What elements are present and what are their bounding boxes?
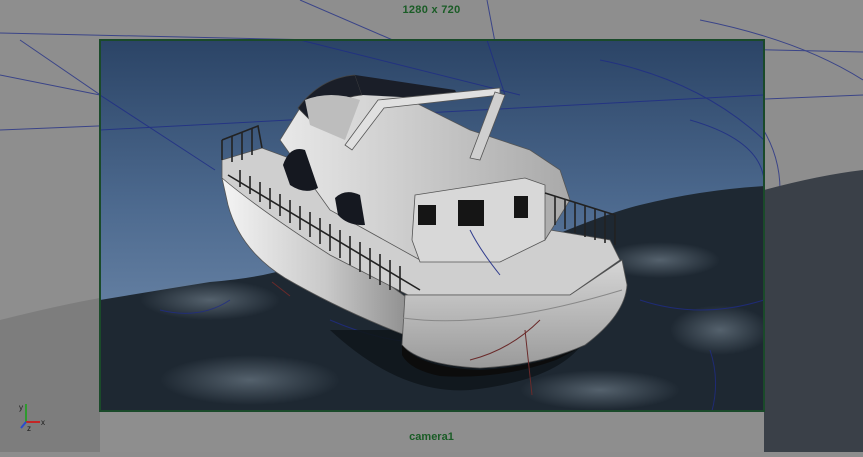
maya-viewport[interactable] <box>0 0 863 452</box>
camera-name-label: camera1 <box>409 431 454 443</box>
y-axis-label: y <box>19 403 23 412</box>
axis-gizmo[interactable]: y x z <box>16 400 50 433</box>
x-axis-label: x <box>41 418 45 427</box>
z-axis-line <box>20 421 27 429</box>
viewport-canvas[interactable] <box>0 0 863 452</box>
z-axis-label: z <box>27 424 31 432</box>
ocean-surface-outer-left <box>0 298 100 452</box>
ocean-surface-outer-right <box>764 170 863 452</box>
resolution-gate-label: 1280 x 720 <box>402 4 461 16</box>
